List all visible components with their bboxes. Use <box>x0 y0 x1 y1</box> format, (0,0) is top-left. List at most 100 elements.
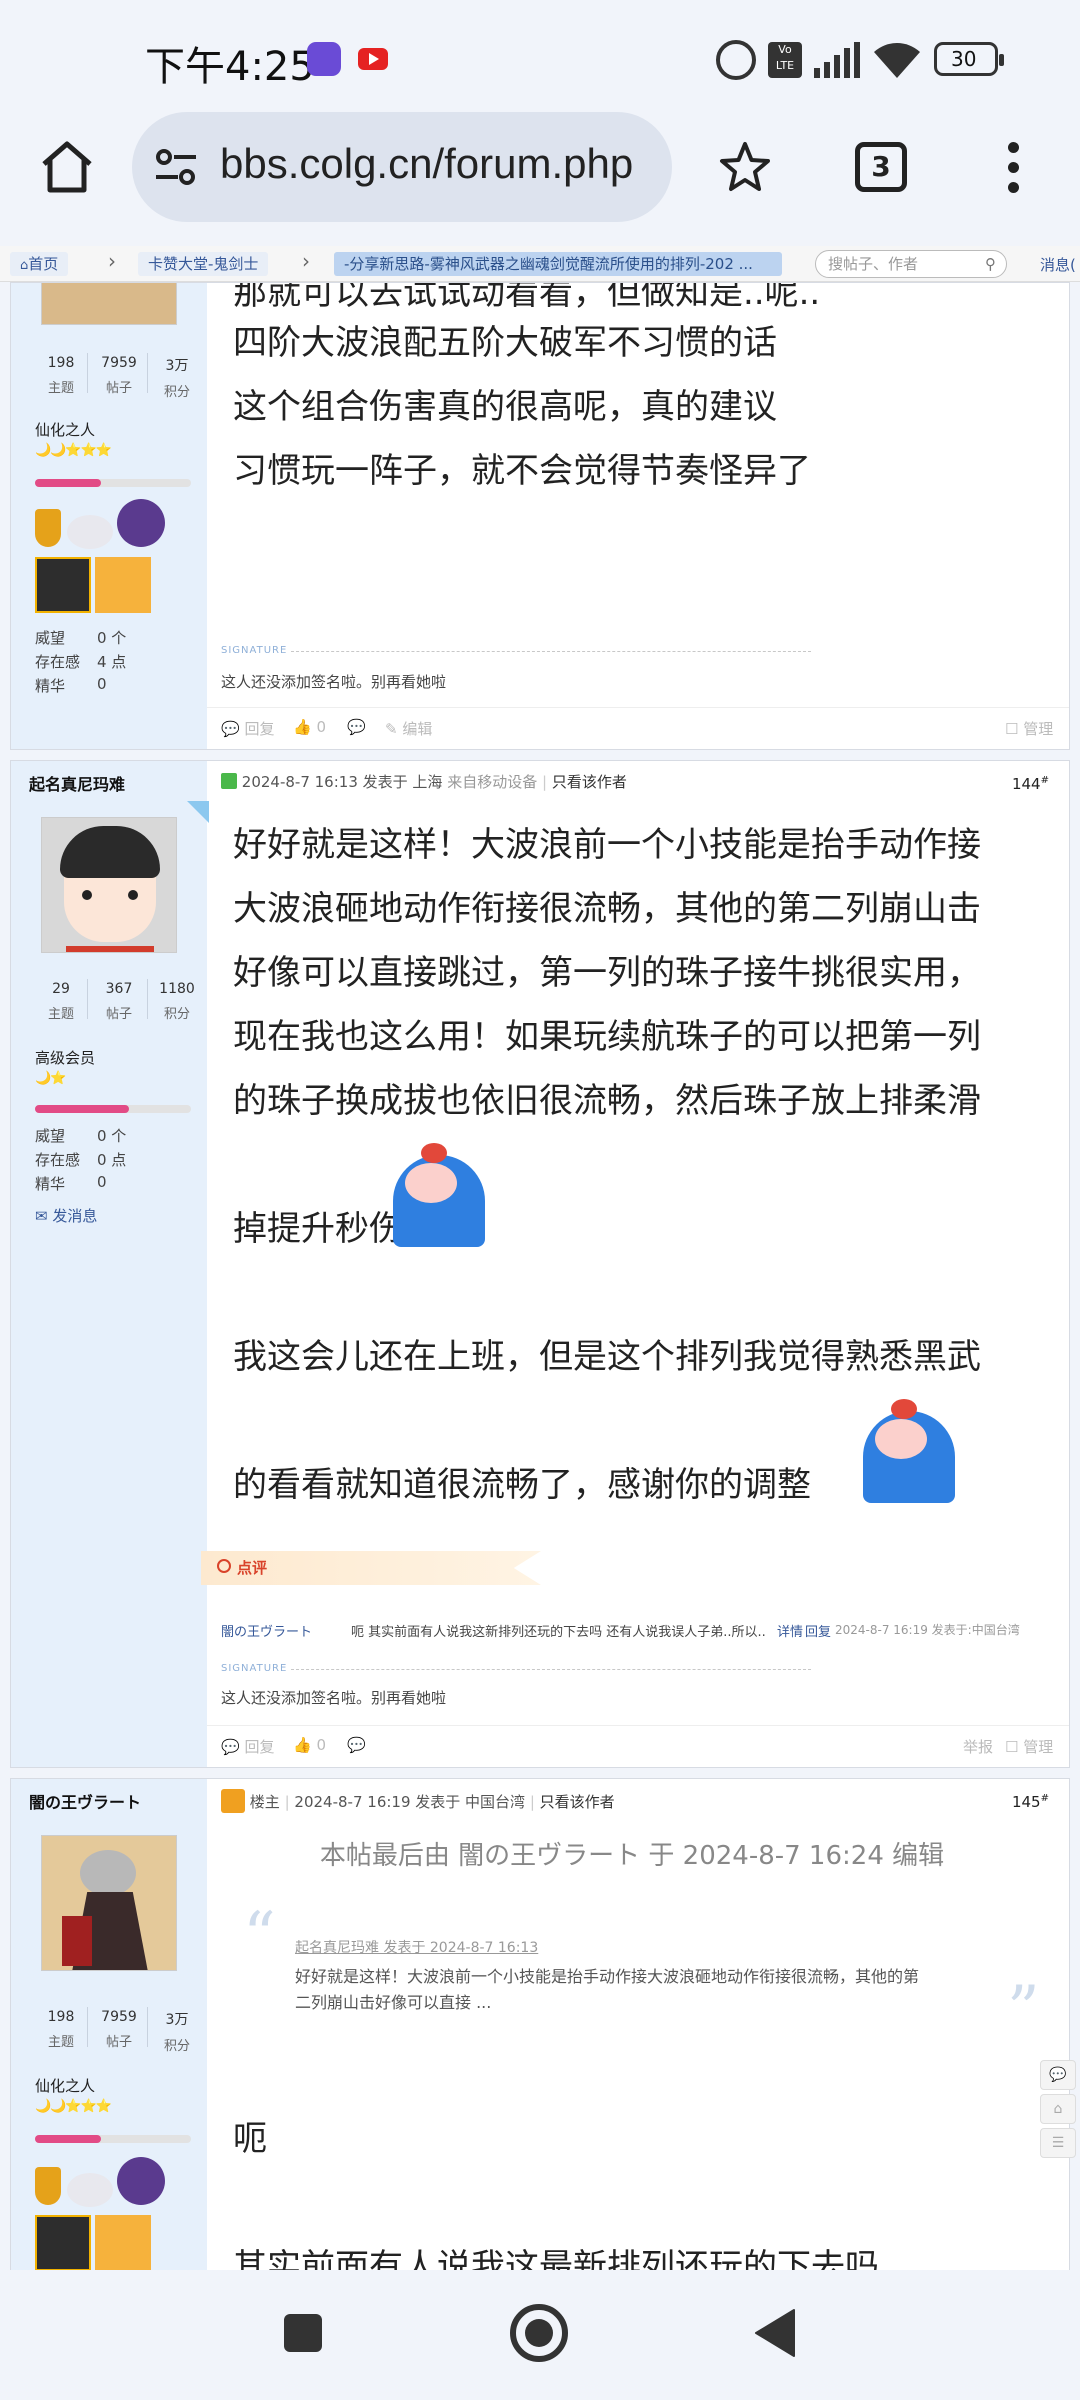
rank-stars: 🌙🌙⭐⭐⭐ <box>35 443 112 458</box>
dislike-icon[interactable]: 💬 <box>347 718 366 736</box>
hex-badge-icon[interactable] <box>117 2157 165 2205</box>
manage-checkbox[interactable]: ☐ 管理 <box>1005 718 1053 739</box>
medal-icon[interactable] <box>35 2167 61 2205</box>
avatar[interactable] <box>41 817 177 953</box>
essence: 精华 0 <box>35 675 107 695</box>
site-settings-icon[interactable] <box>154 148 198 186</box>
like-button[interactable]: 👍 0 <box>293 1736 326 1754</box>
more-menu-icon[interactable] <box>1004 142 1024 194</box>
youtube-icon <box>358 48 388 70</box>
tab-switcher-button[interactable]: 3 <box>855 142 907 192</box>
seal-badge-icon[interactable] <box>67 515 113 549</box>
post-text-line: 好好就是这样！大波浪前一个小技能是抬手动作接 <box>233 825 981 865</box>
comment-row: 闇の王ヴラート 呃 其实前面有人说我这新排列还玩的下去吗 还有人说我误人子弟..… <box>221 1621 1041 1645</box>
reply-link[interactable]: 💬 回复 <box>221 1736 274 1757</box>
stat-topics: 198 主题 <box>47 355 75 396</box>
event-badge-icon[interactable] <box>35 557 91 613</box>
stat-divider <box>87 2007 88 2047</box>
post-meta: 楼主 | 2024-8-7 16:19 发表于 中国台湾 | 只看该作者 <box>221 1789 615 1813</box>
post-text-line: 好像可以直接跳过，第一列的珠子接牛挑很实用， <box>233 953 981 993</box>
post-footer: 💬 回复 👍 0 💬 ✎ 编辑 ☐ 管理 <box>207 707 1069 747</box>
bookmark-star-icon[interactable] <box>718 140 772 194</box>
address-bar[interactable]: bbs.colg.cn/forum.php <box>132 112 672 222</box>
browser-toolbar: bbs.colg.cn/forum.php 3 <box>0 110 1080 246</box>
post-time: 2024-8-7 16:19 发表于 中国台湾 <box>294 1793 526 1811</box>
breadcrumb-current[interactable]: -分享新思路-雾神风武器之幽魂剑觉醒流所使用的排列-202 ... <box>334 252 782 276</box>
author-name[interactable]: 闇の王ヴラート <box>29 1789 141 1813</box>
search-icon[interactable]: ⚲ <box>985 251 996 277</box>
reply-link[interactable]: 💬 回复 <box>221 718 274 739</box>
battery-icon: 30 <box>934 42 1004 76</box>
home-icon[interactable] <box>40 140 94 194</box>
signature-text: 这人还没添加签名啦。别再看她啦 <box>221 673 447 691</box>
report-link[interactable]: 举报 <box>963 1736 993 1757</box>
floor-number[interactable]: 145# <box>1012 1793 1049 1811</box>
author-name[interactable]: 起名真尼玛难 <box>29 771 125 795</box>
comment-float-button[interactable]: 💬 <box>1040 2060 1076 2090</box>
stat-posts: 7959 帖子 <box>101 355 137 396</box>
event-badge-icon[interactable] <box>35 2215 91 2271</box>
comment-title: 点评 <box>237 1559 268 1577</box>
url-text: bbs.colg.cn/forum.php <box>220 140 634 187</box>
owner-badge: 楼主 <box>249 1793 280 1811</box>
post-device: 来自移动设备 <box>447 773 538 791</box>
search-placeholder: 搜帖子、作者 <box>828 255 919 273</box>
quote-text-line: 二列崩山击好像可以直接 ... <box>295 1993 492 2012</box>
like-button[interactable]: 👍 0 <box>293 718 326 736</box>
messages-link[interactable]: 消息( <box>1040 254 1076 275</box>
breadcrumb-section[interactable]: 卡赞大堂-鬼剑士 <box>138 252 269 276</box>
medal-icon[interactable] <box>35 509 61 547</box>
emoji-sticker-icon <box>857 1391 969 1503</box>
hex-badge-icon[interactable] <box>117 499 165 547</box>
emoji-sticker-icon <box>387 1135 499 1247</box>
author-sidebar: 198 主题 7959 帖子 3万 积分 仙化之人 🌙🌙⭐⭐⭐ 威望 0 个 存在感 4 … <box>11 283 207 749</box>
list-float-button[interactable]: ☰ <box>1040 2128 1076 2158</box>
post-body: 那就可以去试试动看看，但做知是..呢.. 四阶大波浪配五阶大破军不习惯的话 这个… <box>207 283 1069 749</box>
stat-divider <box>147 2007 148 2047</box>
post-text-line: 的珠子换成拔也依旧很流畅，然后珠子放上排柔滑 <box>233 1081 981 1121</box>
status-bar: 下午4:25 Vo LTE 30 <box>0 0 1080 110</box>
cute-badge-icon[interactable] <box>95 557 151 613</box>
quote-text-line: 好好就是这样！大波浪前一个小技能是抬手动作接大波浪砸地动作衔接很流畅，其他的第 <box>295 1967 920 1986</box>
post-text-line: 习惯玩一阵子，就不会觉得节奏怪异了 <box>233 451 811 491</box>
send-message-link[interactable]: ✉ 发消息 <box>35 1205 97 1226</box>
recent-apps-button[interactable] <box>284 2314 322 2352</box>
home-button[interactable] <box>510 2304 568 2362</box>
edit-link[interactable]: ✎ 编辑 <box>385 718 432 739</box>
dislike-icon[interactable]: 💬 <box>347 1736 366 1754</box>
post-text-line: 的看看就知道很流畅了，感谢你的调整 <box>233 1465 811 1505</box>
level-progress-bar <box>35 1105 191 1113</box>
signature-divider: SIGNATURE <box>221 1663 814 1674</box>
post-144: 起名真尼玛难 29 主题 367 帖子 1180 积分 高级会员 🌙⭐ 威望 0 个 存… <box>10 760 1070 1768</box>
comment-detail-link[interactable]: 详情 <box>777 1621 803 1640</box>
comment-text: 呃 其实前面有人说我这新排列还玩的下去吗 还有人说我误人子弟..所以.. <box>351 1625 766 1640</box>
post-text-line: 那就可以去试试动看看，但做知是..呢.. <box>233 282 821 313</box>
search-input[interactable]: 搜帖子、作者 ⚲ <box>815 250 1007 278</box>
back-to-top-button[interactable]: ⌂ <box>1040 2094 1076 2124</box>
stat-points: 1180 积分 <box>159 981 195 1022</box>
post-body: 楼主 | 2024-8-7 16:19 发表于 中国台湾 | 只看该作者 145… <box>207 1779 1069 2297</box>
stat-divider <box>87 353 88 393</box>
cute-badge-icon[interactable] <box>95 2215 151 2271</box>
breadcrumb-home[interactable]: ⌂首页 <box>10 252 69 276</box>
only-author-link[interactable]: 只看该作者 <box>540 1793 615 1811</box>
avatar[interactable] <box>41 283 177 325</box>
comment-author[interactable]: 闇の王ヴラート <box>221 1621 312 1640</box>
level-progress-bar <box>35 479 191 487</box>
prestige: 威望 0 个 <box>35 1127 127 1145</box>
only-author-link[interactable]: 只看该作者 <box>552 773 627 791</box>
manage-checkbox[interactable]: ☐ 管理 <box>1005 1736 1053 1757</box>
seal-badge-icon[interactable] <box>67 2173 113 2207</box>
wifi-icon <box>874 43 920 78</box>
presence: 存在感 4 点 <box>35 653 127 671</box>
back-button[interactable] <box>752 2308 796 2358</box>
stat-divider <box>147 353 148 393</box>
avatar[interactable] <box>41 1835 177 1971</box>
battery-level: 30 <box>951 47 977 71</box>
quote-author-link[interactable]: 起名真尼玛难 发表于 2024-8-7 16:13 <box>295 1937 538 1957</box>
level-progress-fill <box>35 479 101 487</box>
stat-points: 3万 积分 <box>163 2012 190 2054</box>
signature-text: 这人还没添加签名啦。别再看她啦 <box>221 1689 447 1707</box>
comment-reply-link[interactable]: 回复 <box>805 1621 831 1640</box>
floor-number[interactable]: 144# <box>1012 775 1049 793</box>
